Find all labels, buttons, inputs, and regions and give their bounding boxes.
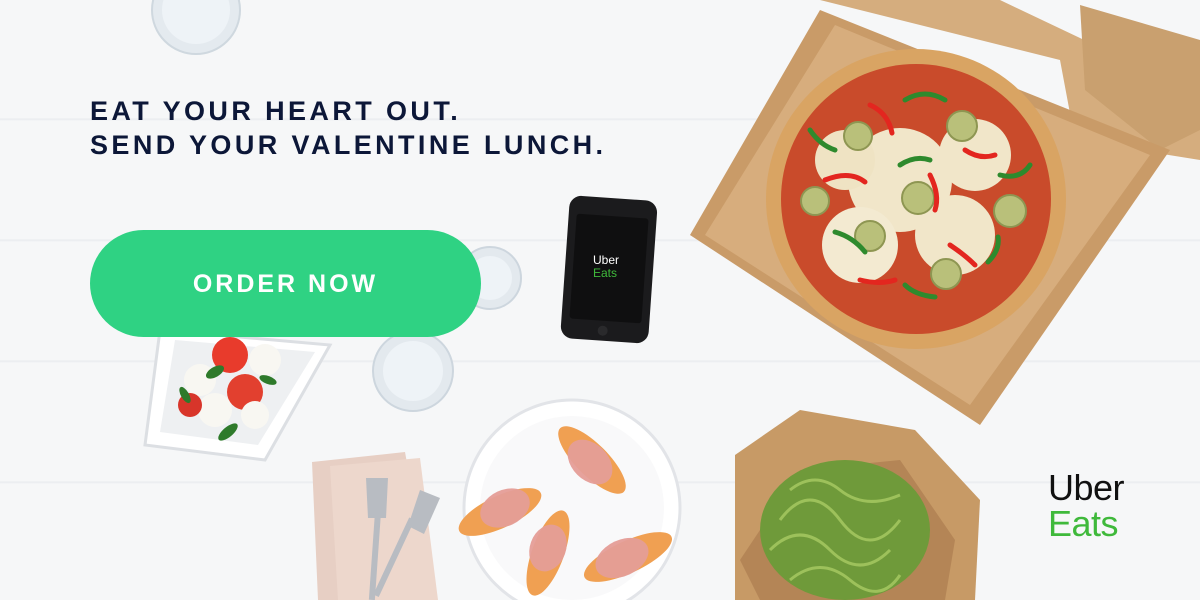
headline: EAT YOUR HEART OUT. SEND YOUR VALENTINE … — [90, 94, 606, 162]
logo-word-eats: Eats — [1048, 503, 1119, 544]
uber-eats-logo: Uber Eats — [1048, 467, 1125, 544]
water-glass-top — [151, 0, 241, 55]
phone-screen-logo: Uber Eats — [593, 254, 619, 280]
salad-container — [143, 328, 333, 462]
headline-line-2: SEND YOUR VALENTINE LUNCH. — [90, 130, 607, 160]
phone-logo-word-2: Eats — [593, 266, 618, 280]
headline-line-1: EAT YOUR HEART OUT. — [90, 96, 462, 126]
logo-word-uber: Uber — [1048, 467, 1125, 508]
ad-banner: EAT YOUR HEART OUT. SEND YOUR VALENTINE … — [0, 0, 1200, 600]
water-glass-bottom — [372, 330, 454, 412]
prosciutto-plate — [458, 398, 682, 600]
noodle-box — [735, 410, 980, 600]
pizza — [766, 49, 1066, 349]
order-now-button[interactable]: ORDER NOW — [90, 230, 481, 337]
